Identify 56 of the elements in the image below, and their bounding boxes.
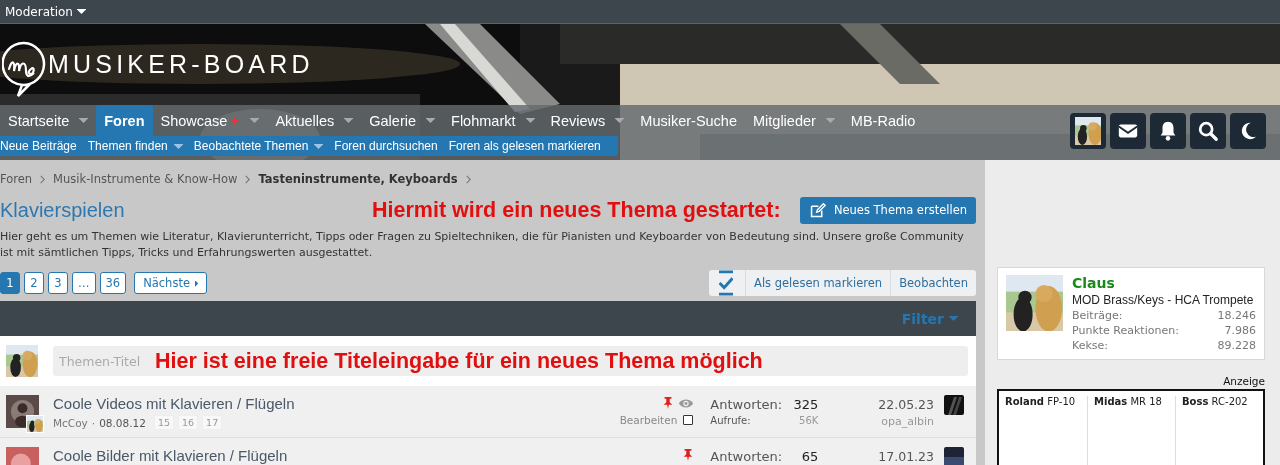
stat-label: Punkte Reaktionen: [1072,324,1179,337]
caret-icon [76,9,86,14]
caret-icon [949,316,958,321]
product-name[interactable]: Midas MR 18 [1087,396,1175,465]
views-count: 56K [799,415,819,426]
caret-icon [195,279,198,287]
breadcrumb-link[interactable]: Tasteninstrumente, Keyboards [258,172,458,186]
member-name[interactable]: Claus [1072,275,1256,291]
stat-value: 89.228 [1217,339,1256,352]
thread-author[interactable]: McCoy [53,416,88,429]
last-post-date[interactable]: 22.05.23 [878,397,934,412]
thread-title[interactable]: Coole Videos mit Klavieren / Flügeln [53,395,609,412]
breadcrumb-link[interactable]: Musik-Instrumente & Know-How [53,172,238,186]
forum-title: Klavierspielen [0,198,126,222]
page-link[interactable]: 17 [202,415,223,430]
action-button[interactable]: Als gelesen markieren [746,270,892,296]
moderation-menu[interactable]: Moderation [0,4,91,19]
action-button[interactable]: Beobachten [891,270,976,296]
replies-label: Antworten: [710,397,783,412]
edit-link[interactable]: Bearbeiten [619,414,678,426]
replies-count: 65 [801,449,819,464]
replies-label: Antworten: [710,449,783,464]
ad-label: Anzeige [1222,375,1265,387]
page-link[interactable]: 16 [178,415,199,430]
product-name[interactable]: Roland FP-10 [999,396,1087,465]
forum-description: Hier geht es um Themen wie Literatur, Klavierunterricht, Tipps oder Fragen zu Spieltechniken, die für Pianisten und Keyboarder von Bedeutung sind. Unsere große Community ist mit sämtlichen Tipps, Tricks und Erfahrungswerten ausgestattet. [0,229,965,261]
edit-icon [808,201,826,219]
new-thread-button[interactable]: Neues Thema erstellen [799,196,976,224]
page-button[interactable]: 36 [99,272,127,294]
member-title: MOD Brass/Keys - HCA Trompete [1072,293,1255,307]
chevron-icon [40,174,46,184]
page-button[interactable]: 2 [24,272,44,294]
product-name[interactable]: Boss RC-202 [1175,396,1263,465]
chevron-icon [465,174,471,184]
stat-label: Kekse: [1072,339,1108,352]
select-checkbox[interactable] [683,415,694,425]
separator-dot: · [91,416,96,429]
thread-title-field[interactable]: Themen-Titel [53,353,151,369]
page-link[interactable]: 15 [153,415,174,430]
stat-value: 18.246 [1217,309,1256,322]
page-button[interactable]: 1 [0,272,20,294]
last-post-date[interactable]: 17.01.23 [878,449,934,464]
annotation-text: Hier ist eine freie Titeleingabe für ein neues Thema möglich [155,348,763,374]
thread-title[interactable]: Coole Bilder mit Klavieren / Flügeln [53,447,609,464]
stat-label: Beiträge: [1072,309,1123,322]
last-post-user[interactable]: opa_albin [878,415,934,428]
views-label: Aufrufe: [710,415,751,426]
page-button[interactable]: … [72,272,96,294]
next-page-button[interactable]: Nächste [134,272,207,294]
stat-value: 7.986 [1224,324,1256,337]
page-button[interactable]: 3 [48,272,68,294]
annotation-text: Hiermit wird ein neues Thema gestartet: [372,197,782,223]
thread-date: 08.08.12 [99,416,146,429]
replies-count: 325 [793,397,819,412]
chevron-icon [245,174,251,184]
breadcrumb-link[interactable]: Foren [0,172,33,186]
